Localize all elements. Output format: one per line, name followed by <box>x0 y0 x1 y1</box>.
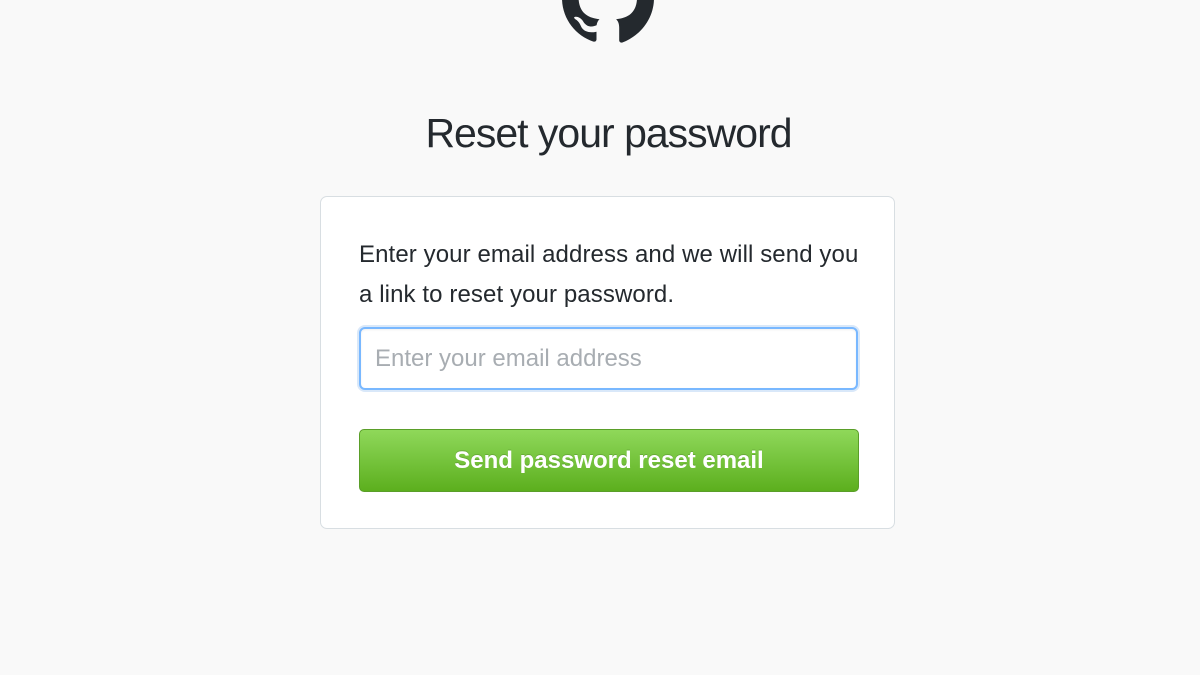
send-reset-email-button[interactable]: Send password reset email <box>359 429 859 492</box>
github-logo-icon[interactable] <box>562 0 654 48</box>
reset-password-form: Enter your email address and we will sen… <box>320 196 895 529</box>
page-title: Reset your password <box>425 110 792 156</box>
instructions-text: Enter your email address and we will sen… <box>359 241 859 308</box>
email-input[interactable] <box>359 327 858 390</box>
